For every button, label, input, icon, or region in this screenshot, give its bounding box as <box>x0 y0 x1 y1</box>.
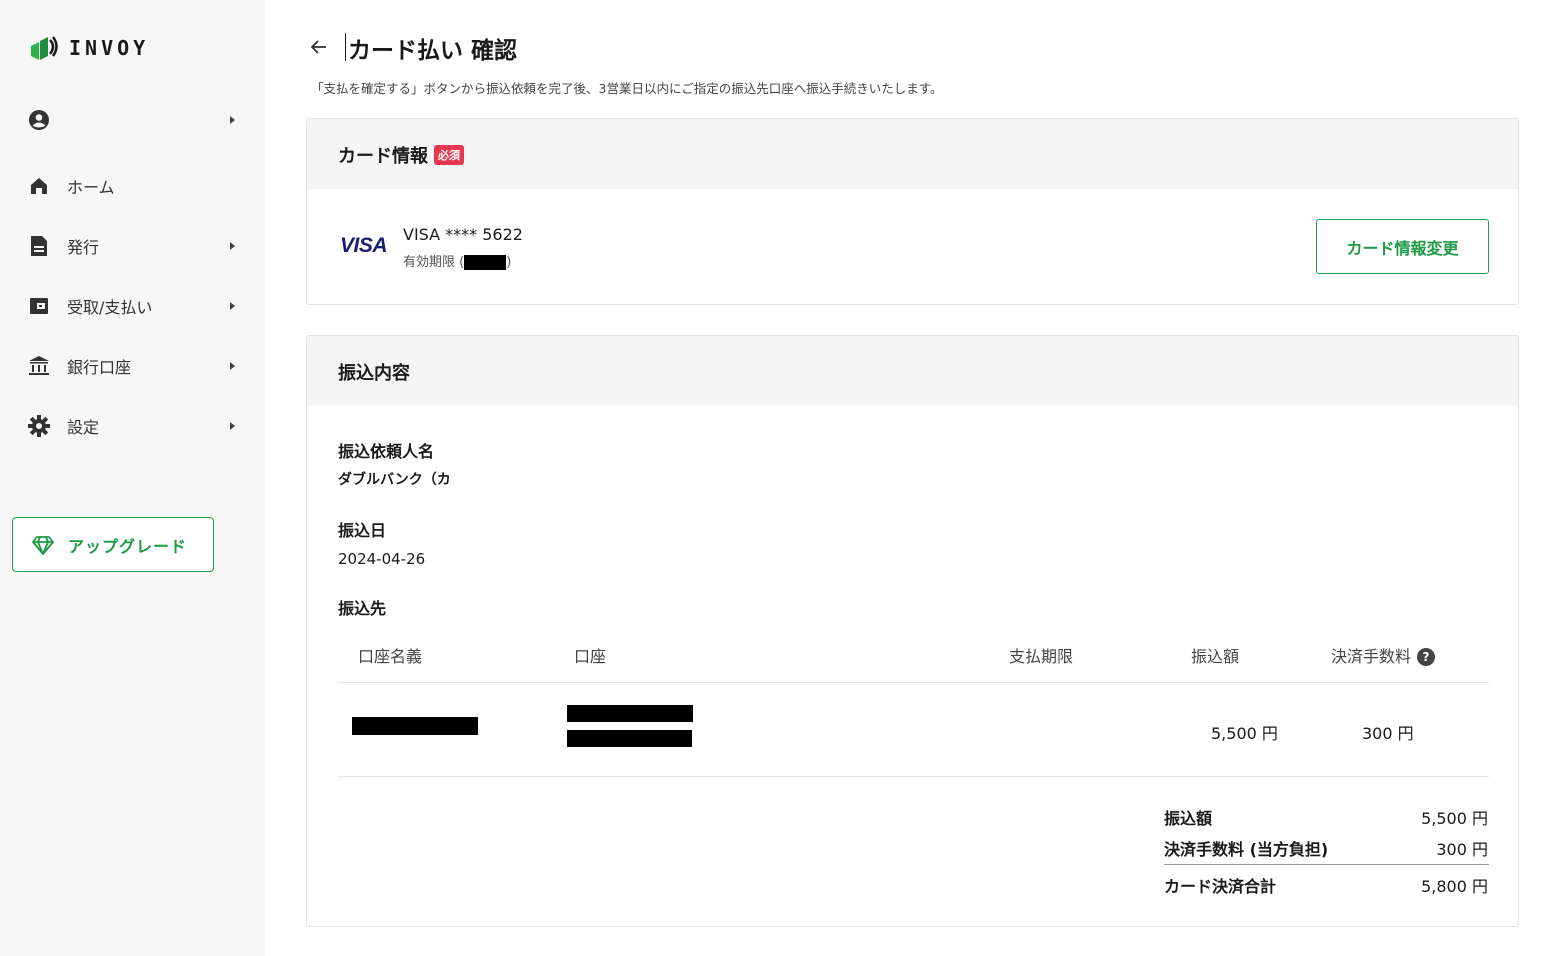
column-header-account: 口座 <box>574 647 607 666</box>
transfer-heading: 振込内容 <box>338 363 410 384</box>
sidebar-item-label: 発行 <box>67 238 100 257</box>
column-header-fee-label: 決済手数料 <box>1331 647 1412 666</box>
sidebar-item-account[interactable] <box>0 100 266 140</box>
required-badge: 必須 <box>434 145 464 165</box>
date-label: 振込日 <box>338 521 387 540</box>
amount-cell: 5,500 円 <box>1211 724 1278 743</box>
summary-divider <box>1164 864 1489 865</box>
column-header-fee: 決済手数料? <box>1331 643 1436 667</box>
back-arrow-icon[interactable] <box>308 36 330 58</box>
sidebar-item-settings[interactable]: 設定 <box>0 406 266 446</box>
fee-cell: 300 円 <box>1362 724 1414 743</box>
home-icon <box>28 175 50 197</box>
text-cursor <box>345 33 346 61</box>
column-header-due: 支払期限 <box>1009 647 1074 666</box>
card-info-panel: カード情報 必須 VISA VISA **** 5622 有効期限 () カード情… <box>306 118 1519 305</box>
summary-total-value: 5,800 円 <box>1421 877 1488 896</box>
sidebar-item-home[interactable]: ホーム <box>0 166 266 206</box>
expiry-prefix: 有効期限 ( <box>403 255 465 270</box>
summary-total-label: カード決済合計 <box>1164 877 1277 896</box>
wallet-icon <box>28 295 50 317</box>
diamond-icon <box>32 535 54 559</box>
requester-label: 振込依頼人名 <box>338 442 435 461</box>
card-info-title: カード情報 <box>338 146 428 167</box>
sidebar-item-label: 受取/支払い <box>67 298 153 317</box>
redacted-account-holder <box>352 717 478 735</box>
expiry-suffix: ) <box>506 255 512 270</box>
chevron-right-icon <box>230 302 235 310</box>
column-header-amount: 振込額 <box>1191 647 1240 666</box>
invoy-logo[interactable]: INVOY <box>29 34 149 62</box>
upgrade-label: アップグレード <box>68 536 188 556</box>
sidebar: INVOY ホーム 発行 受取/支払い 銀行口座 設定 アップグレード <box>0 0 266 956</box>
chevron-right-icon <box>230 116 235 124</box>
card-info-heading: カード情報 必須 <box>338 142 464 168</box>
card-info-header: カード情報 必須 <box>307 119 1518 189</box>
transfer-header: 振込内容 <box>307 336 1518 406</box>
page-title: カード払い 確認 <box>348 38 518 64</box>
summary-amount-label: 振込額 <box>1164 809 1213 828</box>
sidebar-item-issue[interactable]: 発行 <box>0 226 266 266</box>
redaction-block <box>464 255 507 270</box>
sidebar-item-label: 設定 <box>67 418 100 437</box>
card-expiry: 有効期限 () <box>403 251 511 270</box>
change-card-button[interactable]: カード情報変更 <box>1316 219 1489 274</box>
sidebar-item-payments[interactable]: 受取/支払い <box>0 286 266 326</box>
chevron-right-icon <box>230 362 235 370</box>
requester-value: ダブルバンク（カ <box>338 472 451 488</box>
brand-name: INVOY <box>69 36 150 60</box>
bank-icon <box>28 355 50 377</box>
summary-amount-value: 5,500 円 <box>1421 809 1488 828</box>
chevron-right-icon <box>230 422 235 430</box>
redacted-account-line-2 <box>567 730 692 747</box>
summary-fee-value: 300 円 <box>1436 840 1488 859</box>
document-icon <box>28 235 50 257</box>
page-description: 「支払を確定する」ボタンから振込依頼を完了後、3営業日以内にご指定の振込先口座へ… <box>311 81 943 96</box>
gear-icon <box>28 415 50 437</box>
table-divider <box>338 682 1489 683</box>
help-icon[interactable]: ? <box>1417 648 1436 666</box>
redacted-account-line-1 <box>567 705 693 722</box>
destination-label: 振込先 <box>338 599 387 618</box>
sidebar-item-label: ホーム <box>67 178 115 197</box>
date-value: 2024-04-26 <box>338 550 426 568</box>
column-header-holder: 口座名義 <box>358 647 423 666</box>
sidebar-item-label: 銀行口座 <box>67 358 132 377</box>
invoy-logo-icon <box>29 34 59 62</box>
sidebar-item-bank-accounts[interactable]: 銀行口座 <box>0 346 266 386</box>
card-number: VISA **** 5622 <box>403 225 523 244</box>
account-circle-icon <box>28 109 50 131</box>
summary-fee-label: 決済手数料 (当方負担) <box>1164 840 1329 859</box>
table-divider <box>338 776 1489 777</box>
transfer-panel: 振込内容 振込依頼人名 ダブルバンク（カ 振込日 2024-04-26 振込先 … <box>306 335 1519 927</box>
upgrade-button[interactable]: アップグレード <box>12 517 214 572</box>
chevron-right-icon <box>230 242 235 250</box>
visa-logo: VISA <box>340 234 388 257</box>
